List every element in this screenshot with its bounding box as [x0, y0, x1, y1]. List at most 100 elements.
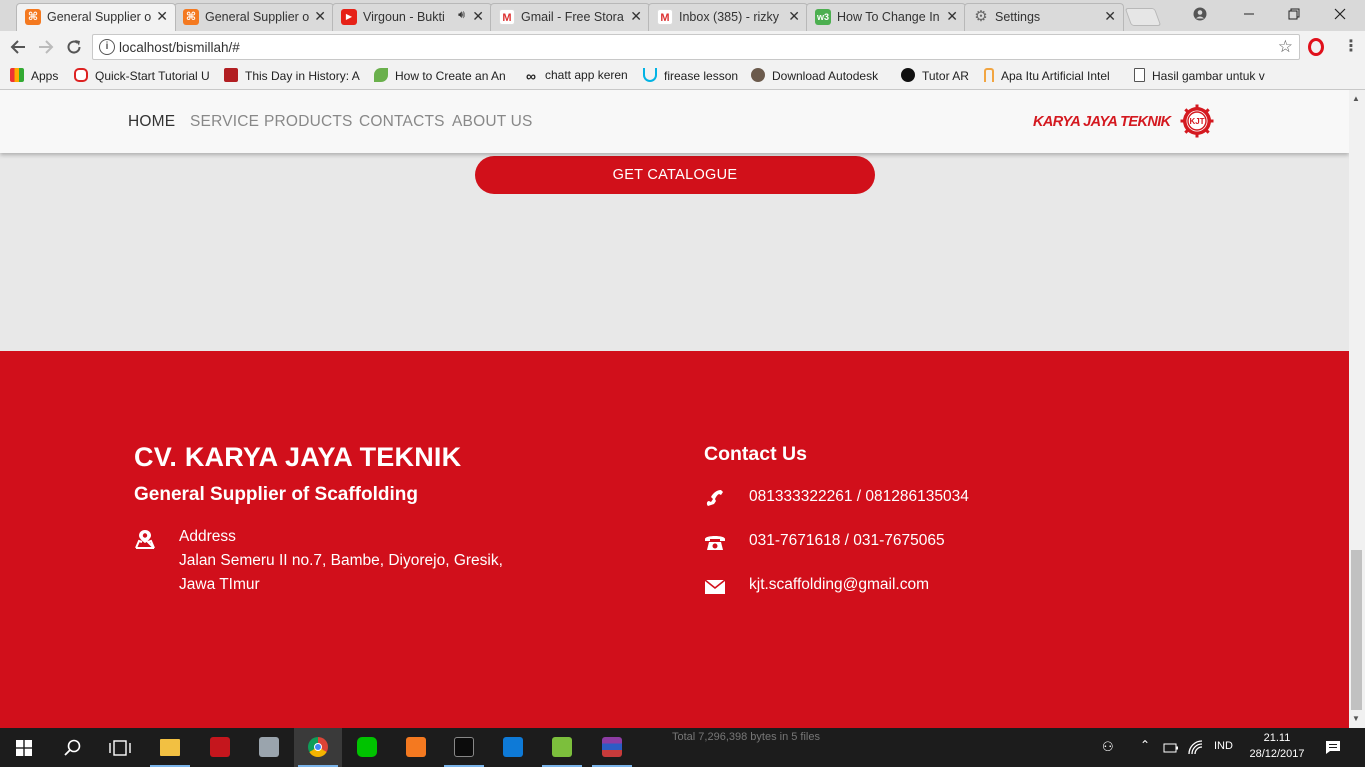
bookmark-autodesk[interactable]: Download Autodesk [751, 68, 889, 83]
map-pin-icon [135, 530, 155, 549]
speaker-icon[interactable]: 🔊︎ [458, 9, 465, 22]
taskbar-xampp[interactable] [392, 728, 440, 767]
bookmarks-bar: Apps Quick-Start Tutorial U This Day in … [0, 63, 1365, 90]
page-scrollbar[interactable]: ▲ ▼ [1349, 90, 1365, 728]
taskbar-chrome[interactable] [294, 728, 342, 767]
nav-products[interactable]: PRODUCTS [264, 113, 353, 131]
apps-grid-icon [10, 68, 24, 82]
address-line-2: Jawa TImur [179, 576, 260, 593]
nav-home[interactable]: HOME [128, 113, 175, 131]
tab-general-supplier-2[interactable]: ⌘ General Supplier o ✕ [174, 3, 334, 31]
taskbar-winrar[interactable] [588, 728, 636, 767]
restore-icon[interactable] [1272, 3, 1316, 27]
contact-email[interactable]: kjt.scaffolding@gmail.com [749, 576, 929, 594]
tab-gmail[interactable]: M Gmail - Free Stora ✕ [490, 3, 650, 31]
bookmark-this-day[interactable]: This Day in History: A [224, 68, 360, 83]
contact-title: Contact Us [704, 443, 807, 465]
forward-arrow-icon[interactable] [35, 36, 57, 58]
search-button[interactable] [48, 728, 96, 767]
taskbar-visual-studio[interactable] [489, 728, 537, 767]
input-language[interactable]: IND [1214, 740, 1233, 752]
tab-title: How To Change In [837, 10, 940, 24]
tab-title: Gmail - Free Stora [521, 10, 624, 24]
tab-how-to-change[interactable]: w3 How To Change In ✕ [806, 3, 966, 31]
scroll-down-arrow-icon[interactable]: ▼ [1352, 714, 1360, 723]
wifi-icon[interactable] [1188, 740, 1203, 755]
address-bar[interactable]: i localhost/bismillah/# ☆ [92, 34, 1300, 60]
taskbar-file-explorer[interactable] [146, 728, 194, 767]
taskbar-status-text: Total 7,296,398 bytes in 5 files [672, 731, 820, 743]
unity-icon [901, 68, 915, 82]
history-icon [224, 68, 238, 82]
taskbar-line[interactable] [343, 728, 391, 767]
bookmark-create-android[interactable]: How to Create an An [374, 68, 512, 83]
telephone-icon [705, 536, 725, 550]
action-center-icon[interactable] [1325, 740, 1341, 755]
url-text[interactable]: localhost/bismillah/# [119, 40, 240, 55]
back-arrow-icon[interactable] [7, 36, 29, 58]
scroll-up-arrow-icon[interactable]: ▲ [1352, 94, 1360, 103]
infinity-icon: ∞ [526, 68, 536, 84]
close-tab-icon[interactable]: ✕ [314, 8, 326, 25]
close-tab-icon[interactable]: ✕ [1104, 8, 1116, 25]
bookmark-star-icon[interactable]: ☆ [1278, 37, 1293, 57]
taskbar-remote-desktop[interactable] [245, 728, 293, 767]
contact-mobile[interactable]: 081333322261 / 081286135034 [749, 488, 969, 506]
xampp-icon: ⌘ [183, 9, 199, 25]
power-battery-icon[interactable] [1163, 741, 1179, 754]
profile-icon[interactable] [1178, 3, 1222, 27]
close-window-icon[interactable] [1318, 3, 1362, 27]
close-tab-icon[interactable]: ✕ [946, 8, 958, 25]
close-tab-icon[interactable]: ✕ [156, 8, 168, 25]
bookmark-artificial-intel[interactable]: Apa Itu Artificial Intel [984, 68, 1122, 83]
chrome-menu-icon[interactable]: ⋮ [1343, 38, 1359, 56]
w3schools-icon: w3 [815, 9, 831, 25]
search-icon [64, 739, 81, 756]
bookmark-tutor-ar[interactable]: Tutor AR [901, 68, 969, 83]
close-tab-icon[interactable]: ✕ [630, 8, 642, 25]
tab-settings[interactable]: ⚙ Settings ✕ [964, 3, 1124, 31]
get-catalogue-button[interactable]: GET CATALOGUE [475, 156, 875, 194]
company-tagline: General Supplier of Scaffolding [134, 484, 418, 505]
people-icon[interactable]: ⚇ [1102, 739, 1114, 755]
clock-date[interactable]: 28/12/2017 [1248, 748, 1306, 760]
visual-studio-icon [503, 737, 523, 757]
bookmark-apps[interactable]: Apps [10, 68, 58, 83]
info-icon[interactable]: i [99, 39, 115, 55]
contact-phone[interactable]: 031-7671618 / 031-7675065 [749, 532, 945, 550]
new-tab-button[interactable] [1124, 8, 1162, 26]
terminal-icon [454, 737, 474, 757]
bookmark-firease[interactable]: firease lesson [643, 68, 738, 83]
address-label: Address [179, 528, 236, 545]
line-app-icon [357, 737, 377, 757]
taskbar-terminal[interactable] [440, 728, 488, 767]
tab-general-supplier-1[interactable]: ⌘ General Supplier o ✕ [16, 3, 176, 31]
scrollbar-thumb[interactable] [1351, 550, 1362, 710]
udacity-icon [643, 68, 657, 82]
bookmark-chatt-app[interactable]: ∞ chatt app keren [524, 68, 628, 83]
gear-icon: ⚙ [974, 8, 988, 25]
windows-logo-icon [16, 740, 32, 756]
tab-inbox[interactable]: M Inbox (385) - rizky ✕ [648, 3, 808, 31]
tray-chevron-up-icon[interactable]: ⌃ [1140, 738, 1150, 752]
gear-logo-icon: KJT [1180, 104, 1214, 138]
nav-contacts[interactable]: CONTACTS [359, 113, 445, 131]
start-button[interactable] [0, 728, 48, 767]
minimize-icon[interactable] [1227, 3, 1271, 27]
bookmark-quick-start[interactable]: Quick-Start Tutorial U [74, 68, 214, 83]
taskbar-camtasia[interactable] [538, 728, 586, 767]
reload-icon[interactable] [63, 36, 85, 58]
close-tab-icon[interactable]: ✕ [472, 8, 484, 25]
opera-extension-icon[interactable] [1308, 38, 1324, 56]
brand-logo[interactable]: KARYA JAYA TEKNIK KJT [1032, 104, 1217, 140]
task-view-button[interactable] [96, 728, 144, 767]
tab-title: Inbox (385) - rizky [679, 10, 780, 24]
nav-service[interactable]: SERVICE [190, 113, 259, 131]
bookmark-hasil-gambar[interactable]: Hasil gambar untuk v [1134, 68, 1272, 83]
taskbar-acrobat[interactable] [196, 728, 244, 767]
clock-time[interactable]: 21.11 [1248, 732, 1306, 744]
close-tab-icon[interactable]: ✕ [788, 8, 800, 25]
nav-about-us[interactable]: ABOUT US [452, 113, 533, 131]
browser-toolbar: i localhost/bismillah/# ☆ ⋮ [0, 31, 1365, 63]
tab-virgoun[interactable]: ▶ Virgoun - Bukti 🔊︎ ✕ [332, 3, 492, 31]
